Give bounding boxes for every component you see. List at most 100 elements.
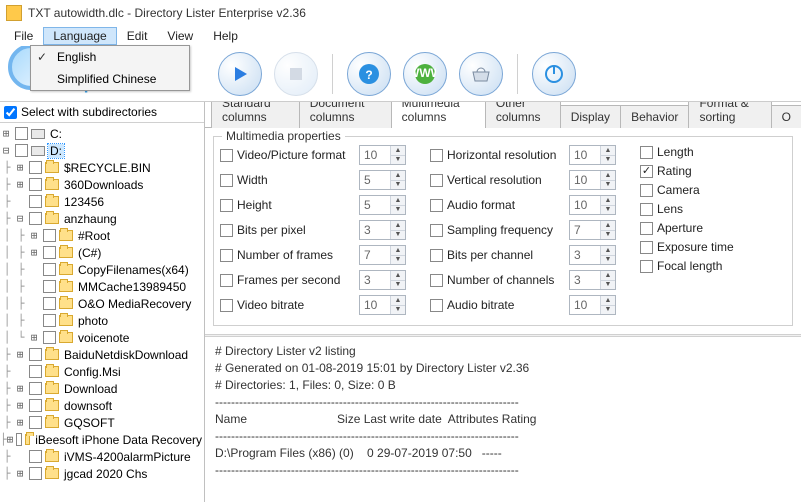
tree-item[interactable]: Download	[62, 382, 119, 396]
tree-item[interactable]: MMCache13989450	[76, 280, 188, 294]
tree-item[interactable]: BaiduNetdiskDownload	[62, 348, 190, 362]
menu-file[interactable]: File	[4, 27, 43, 45]
spinner-down[interactable]: ▼	[391, 281, 405, 290]
property-checkbox[interactable]	[640, 241, 653, 254]
property-checkbox[interactable]	[640, 184, 653, 197]
tree-item[interactable]: $RECYCLE.BIN	[62, 161, 153, 175]
width-spinner[interactable]: ▲▼	[569, 195, 616, 215]
spinner-value[interactable]	[360, 248, 390, 262]
width-spinner[interactable]: ▲▼	[359, 220, 406, 240]
spinner-down[interactable]: ▼	[391, 256, 405, 265]
spinner-value[interactable]	[570, 298, 600, 312]
tab-format[interactable]: Format & sorting	[688, 102, 771, 128]
width-spinner[interactable]: ▲▼	[569, 295, 616, 315]
spinner-value[interactable]	[570, 223, 600, 237]
tab-output[interactable]: O	[771, 105, 801, 128]
tab-document[interactable]: Document columns	[299, 102, 392, 128]
width-spinner[interactable]: ▲▼	[569, 270, 616, 290]
property-checkbox[interactable]	[640, 165, 653, 178]
property-checkbox[interactable]	[640, 203, 653, 216]
tree-item[interactable]: 360Downloads	[62, 178, 145, 192]
tree-item[interactable]: anzhaung	[62, 212, 119, 226]
spinner-value[interactable]	[570, 273, 600, 287]
width-spinner[interactable]: ▲▼	[359, 245, 406, 265]
spinner-down[interactable]: ▼	[391, 231, 405, 240]
property-checkbox[interactable]	[430, 174, 443, 187]
spinner-up[interactable]: ▲	[391, 146, 405, 156]
spinner-up[interactable]: ▲	[391, 171, 405, 181]
spinner-value[interactable]	[360, 273, 390, 287]
lang-chinese[interactable]: Simplified Chinese	[31, 68, 189, 90]
spinner-down[interactable]: ▼	[601, 156, 615, 165]
spinner-up[interactable]: ▲	[601, 246, 615, 256]
width-spinner[interactable]: ▲▼	[569, 170, 616, 190]
drive-c[interactable]: C:	[48, 127, 64, 141]
tree-item[interactable]: 123456	[62, 195, 106, 209]
spinner-value[interactable]	[570, 248, 600, 262]
tree-item[interactable]: downsoft	[62, 399, 114, 413]
property-checkbox[interactable]	[220, 274, 233, 287]
tree-item[interactable]: iVMS-4200alarmPicture	[62, 450, 193, 464]
spinner-down[interactable]: ▼	[601, 281, 615, 290]
run-button[interactable]	[218, 52, 262, 96]
spinner-value[interactable]	[570, 148, 600, 162]
spinner-up[interactable]: ▲	[391, 196, 405, 206]
menu-language[interactable]: Language	[43, 27, 116, 45]
spinner-down[interactable]: ▼	[391, 156, 405, 165]
tree-item[interactable]: voicenote	[76, 331, 131, 345]
property-checkbox[interactable]	[430, 199, 443, 212]
tree-item[interactable]: (C#)	[76, 246, 103, 260]
spinner-up[interactable]: ▲	[391, 246, 405, 256]
tree-item[interactable]: #Root	[76, 229, 112, 243]
tab-multimedia[interactable]: Multimedia columns	[391, 102, 486, 128]
spinner-value[interactable]	[360, 298, 390, 312]
tree-item[interactable]: Config.Msi	[62, 365, 123, 379]
tree-item[interactable]: GQSOFT	[62, 416, 117, 430]
spinner-value[interactable]	[360, 173, 390, 187]
spinner-down[interactable]: ▼	[601, 306, 615, 315]
spinner-value[interactable]	[570, 198, 600, 212]
spinner-value[interactable]	[360, 198, 390, 212]
property-checkbox[interactable]	[430, 224, 443, 237]
help-button[interactable]: ?	[347, 52, 391, 96]
tree-item[interactable]: O&O MediaRecovery	[76, 297, 193, 311]
spinner-down[interactable]: ▼	[391, 181, 405, 190]
tree-item[interactable]: photo	[76, 314, 110, 328]
property-checkbox[interactable]	[220, 224, 233, 237]
spinner-up[interactable]: ▲	[391, 221, 405, 231]
width-spinner[interactable]: ▲▼	[569, 145, 616, 165]
spinner-up[interactable]: ▲	[601, 221, 615, 231]
width-spinner[interactable]: ▲▼	[359, 270, 406, 290]
spinner-down[interactable]: ▼	[601, 181, 615, 190]
property-checkbox[interactable]	[220, 299, 233, 312]
tree-item[interactable]: jgcad 2020 Chs	[62, 467, 149, 481]
spinner-up[interactable]: ▲	[601, 296, 615, 306]
spinner-up[interactable]: ▲	[601, 196, 615, 206]
tab-standard[interactable]: Standard columns	[211, 102, 300, 128]
spinner-up[interactable]: ▲	[391, 296, 405, 306]
menu-help[interactable]: Help	[203, 27, 248, 45]
property-checkbox[interactable]	[640, 222, 653, 235]
property-checkbox[interactable]	[220, 174, 233, 187]
width-spinner[interactable]: ▲▼	[359, 195, 406, 215]
spinner-down[interactable]: ▼	[601, 206, 615, 215]
menu-edit[interactable]: Edit	[117, 27, 158, 45]
preview-panel[interactable]: # Directory Lister v2 listing # Generate…	[205, 337, 801, 502]
property-checkbox[interactable]	[430, 299, 443, 312]
spinner-down[interactable]: ▼	[391, 206, 405, 215]
directory-tree[interactable]: ⊞C: ⊟D: ├⊞$RECYCLE.BIN ├⊞360Downloads ├ …	[0, 123, 204, 502]
property-checkbox[interactable]	[640, 146, 653, 159]
tab-other[interactable]: Other columns	[485, 102, 561, 128]
lang-english[interactable]: ✓ English	[31, 46, 189, 68]
spinner-value[interactable]	[360, 223, 390, 237]
web-button[interactable]: WWW	[403, 52, 447, 96]
property-checkbox[interactable]	[430, 249, 443, 262]
width-spinner[interactable]: ▲▼	[569, 220, 616, 240]
spinner-down[interactable]: ▼	[601, 256, 615, 265]
stop-button[interactable]	[274, 52, 318, 96]
property-checkbox[interactable]	[220, 249, 233, 262]
spinner-up[interactable]: ▲	[601, 271, 615, 281]
tab-behavior[interactable]: Behavior	[620, 105, 689, 128]
property-checkbox[interactable]	[430, 274, 443, 287]
spinner-value[interactable]	[570, 173, 600, 187]
